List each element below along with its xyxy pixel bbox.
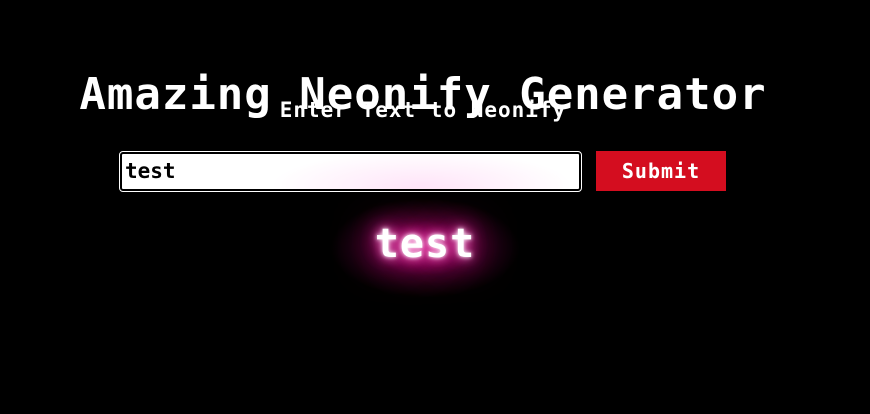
neonify-form: Submit (119, 150, 726, 192)
page-subtitle: Enter Text to Neonify (279, 98, 567, 122)
neon-text-output: test (374, 221, 476, 267)
submit-button[interactable]: Submit (596, 151, 726, 191)
text-input[interactable] (119, 150, 582, 192)
